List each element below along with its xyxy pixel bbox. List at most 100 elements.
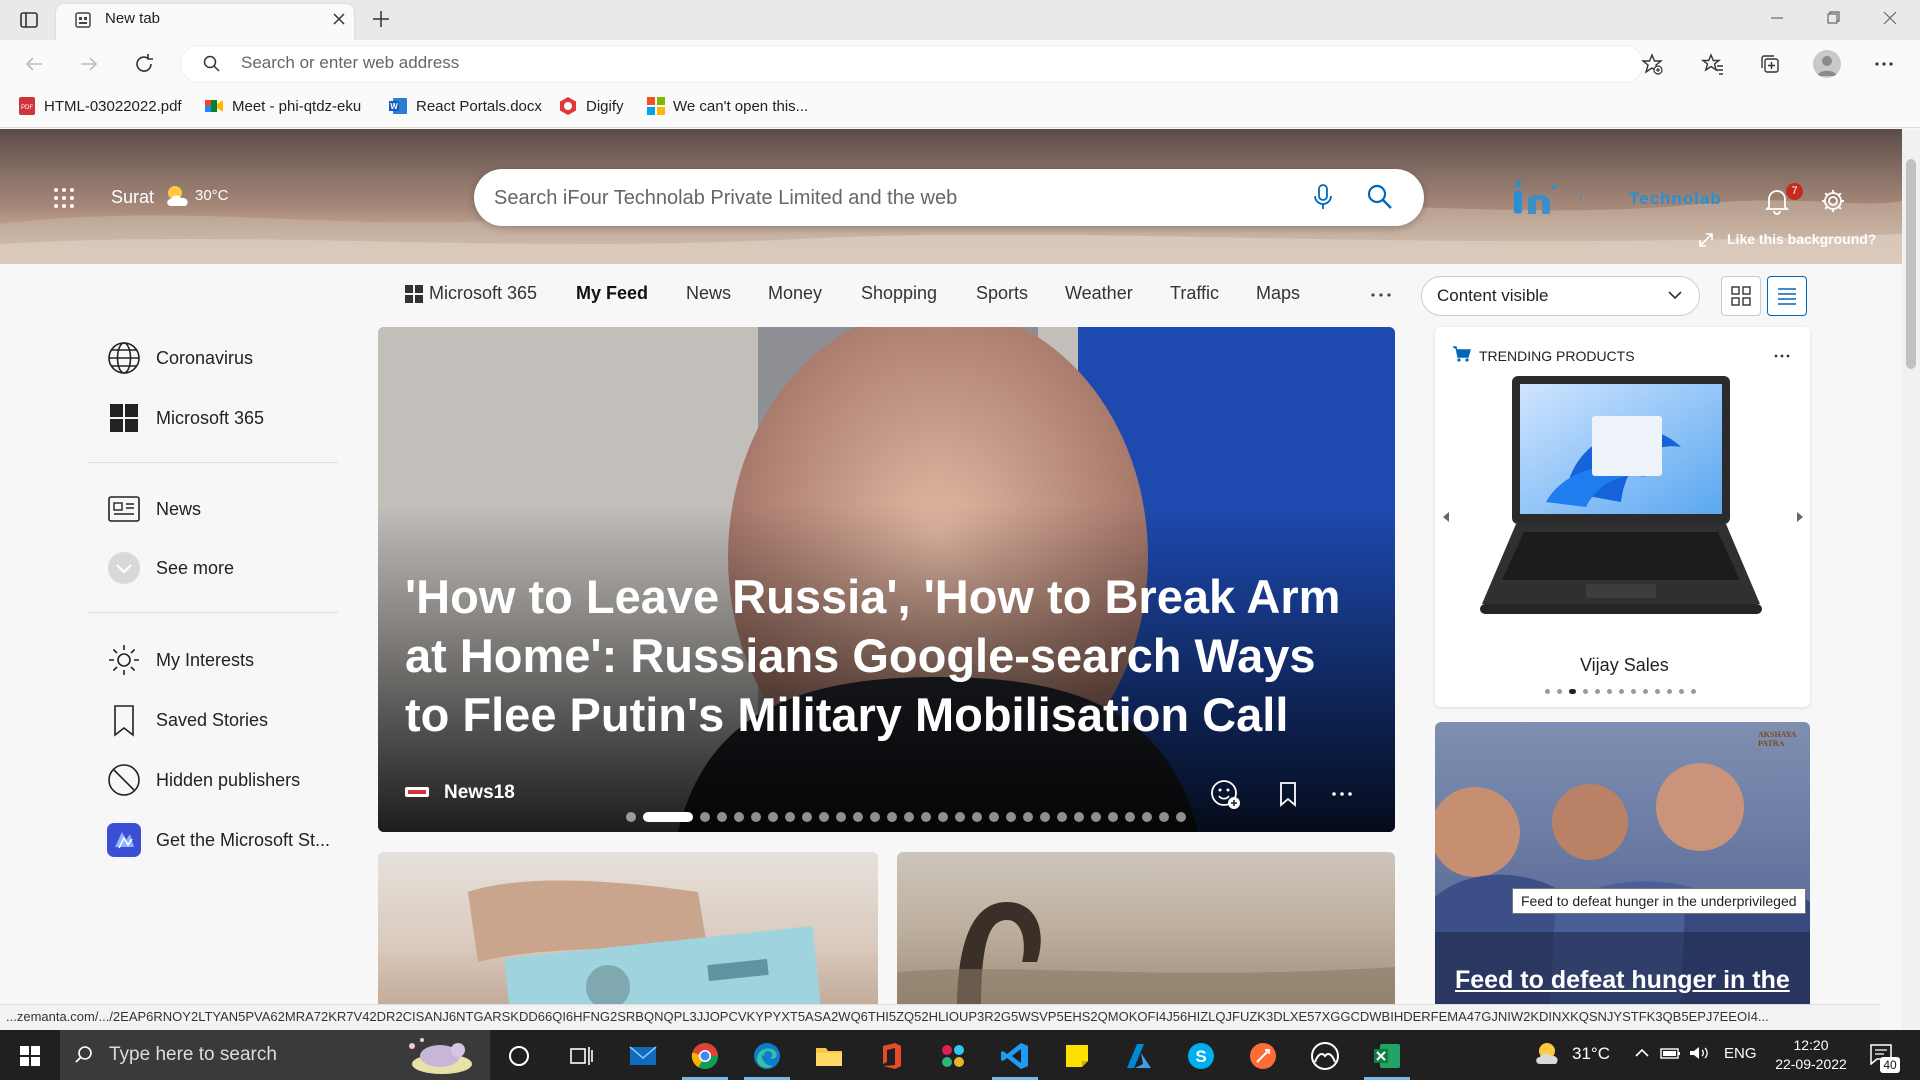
taskbar-search-placeholder[interactable]: Type here to search [109, 1044, 277, 1066]
trending-carousel-dot[interactable] [1631, 688, 1636, 694]
hero-carousel-dot[interactable] [626, 812, 636, 822]
microphone-icon[interactable] [1312, 183, 1334, 211]
trending-carousel-dot[interactable] [1583, 688, 1588, 694]
hero-carousel-dot[interactable] [1176, 812, 1186, 822]
settings-and-more-icon[interactable] [1872, 52, 1896, 76]
hero-carousel-dot[interactable] [734, 812, 744, 822]
battery-icon[interactable] [1660, 1044, 1682, 1062]
react-emoji-icon[interactable] [1209, 778, 1241, 810]
nav-microsoft-365[interactable]: Microsoft 365 [429, 283, 537, 304]
hero-carousel-dot[interactable] [1057, 812, 1067, 822]
hero-carousel-dot[interactable] [768, 812, 778, 822]
input-language[interactable]: ENG [1724, 1045, 1757, 1062]
favorites-icon[interactable] [1701, 52, 1725, 76]
sidebar-item-coronavirus[interactable]: Coronavirus [106, 340, 253, 376]
nav-money[interactable]: Money [768, 283, 822, 304]
hero-carousel-dot[interactable] [785, 812, 795, 822]
nav-news[interactable]: News [686, 283, 731, 304]
hero-carousel-dot[interactable] [1023, 812, 1033, 822]
vscode-app-icon[interactable] [999, 1040, 1031, 1072]
bookmark-item[interactable]: PDF HTML-03022022.pdf [18, 92, 182, 120]
hero-source[interactable]: News18 [444, 782, 515, 804]
trending-carousel-dot[interactable] [1557, 688, 1562, 694]
trending-carousel-dot[interactable] [1679, 688, 1684, 694]
tab-actions-icon[interactable] [18, 9, 40, 31]
bookmark-item[interactable]: W React Portals.docx [388, 92, 542, 120]
taskbar-weather-icon[interactable] [1534, 1040, 1564, 1066]
hero-carousel-dot[interactable] [1091, 812, 1101, 822]
save-story-icon[interactable] [1278, 781, 1298, 807]
hero-carousel-dot[interactable] [836, 812, 846, 822]
hero-carousel-dot[interactable] [938, 812, 948, 822]
skype-app-icon[interactable]: S [1185, 1040, 1217, 1072]
hero-carousel-dot[interactable] [1040, 812, 1050, 822]
sidebar-item-get-microsoft-start[interactable]: Get the Microsoft St... [106, 822, 330, 858]
trending-carousel-dot[interactable] [1607, 688, 1612, 694]
mail-app-icon[interactable] [627, 1040, 659, 1072]
game-bar-icon[interactable] [1309, 1040, 1341, 1072]
hero-carousel-dot[interactable] [1142, 812, 1152, 822]
hero-carousel-dot[interactable] [1159, 812, 1169, 822]
profile-avatar[interactable] [1813, 50, 1841, 78]
close-tab-icon[interactable] [330, 10, 348, 28]
back-icon[interactable] [22, 52, 46, 76]
postman-app-icon[interactable] [1247, 1040, 1279, 1072]
hero-headline[interactable]: 'How to Leave Russia', 'How to Break Arm… [405, 567, 1365, 744]
nav-shopping[interactable]: Shopping [861, 283, 937, 304]
hero-carousel-dot[interactable] [853, 812, 863, 822]
expand-background-icon[interactable] [1697, 231, 1715, 249]
news-card-nature[interactable] [897, 852, 1395, 1012]
news-card-money[interactable] [378, 852, 878, 1012]
trending-carousel-dot[interactable] [1569, 688, 1576, 694]
hero-carousel-dot[interactable] [955, 812, 965, 822]
grid-layout-button[interactable] [1721, 276, 1761, 316]
nav-sports[interactable]: Sports [976, 283, 1028, 304]
hero-carousel-dot[interactable] [870, 812, 880, 822]
sticky-notes-icon[interactable] [1061, 1040, 1093, 1072]
card-more-icon[interactable] [1772, 350, 1792, 362]
minimize-window-icon[interactable] [1767, 8, 1787, 28]
laptop-product-image[interactable] [1476, 372, 1766, 622]
taskbar-clock[interactable]: 12:20 22-09-2022 [1771, 1036, 1851, 1074]
volume-icon[interactable] [1688, 1044, 1710, 1062]
sidebar-item-news[interactable]: News [106, 491, 201, 527]
bookmark-item[interactable]: Meet - phi-qtdz-eku [204, 92, 361, 120]
weather-city[interactable]: Surat [111, 187, 154, 208]
forward-icon[interactable] [77, 52, 101, 76]
restore-window-icon[interactable] [1823, 8, 1843, 28]
excel-app-icon[interactable] [1371, 1040, 1403, 1072]
carousel-previous-icon[interactable] [1440, 510, 1452, 524]
edge-app-icon[interactable] [751, 1040, 783, 1072]
scrollbar-thumb[interactable] [1906, 159, 1916, 369]
trending-carousel-dot[interactable] [1691, 688, 1696, 694]
bookmark-item[interactable]: We can't open this... [647, 92, 808, 120]
hero-carousel-dot[interactable] [1074, 812, 1084, 822]
trending-store-name[interactable]: Vijay Sales [1580, 655, 1669, 676]
carousel-next-icon[interactable] [1794, 510, 1806, 524]
trending-carousel-dot[interactable] [1595, 688, 1600, 694]
add-favorite-icon[interactable] [1640, 52, 1664, 76]
hero-carousel-dot[interactable] [802, 812, 812, 822]
hero-carousel-dot[interactable] [1006, 812, 1016, 822]
address-placeholder[interactable]: Search or enter web address [241, 53, 459, 73]
show-hidden-icons-icon[interactable] [1634, 1046, 1650, 1060]
hero-carousel-dot[interactable] [904, 812, 914, 822]
trending-carousel-dot[interactable] [1655, 688, 1660, 694]
nav-maps[interactable]: Maps [1256, 283, 1300, 304]
nav-traffic[interactable]: Traffic [1170, 283, 1219, 304]
nav-more-icon[interactable] [1369, 286, 1393, 304]
hero-carousel-dot[interactable] [700, 812, 710, 822]
sidebar-item-saved-stories[interactable]: Saved Stories [106, 702, 268, 738]
azure-app-icon[interactable] [1123, 1040, 1155, 1072]
task-view-icon[interactable] [565, 1040, 597, 1072]
nav-my-feed[interactable]: My Feed [576, 283, 648, 304]
close-window-icon[interactable] [1880, 8, 1900, 28]
trending-carousel-indicator[interactable] [1545, 687, 1696, 695]
new-tab-button[interactable] [370, 8, 392, 30]
taskbar-weather-temp[interactable]: 31°C [1572, 1044, 1610, 1064]
list-layout-button[interactable] [1767, 276, 1807, 316]
refresh-icon[interactable] [132, 52, 156, 76]
hero-carousel-dot[interactable] [887, 812, 897, 822]
bookmark-item[interactable]: Digify [558, 92, 624, 120]
sidebar-item-microsoft-365[interactable]: Microsoft 365 [106, 400, 264, 436]
